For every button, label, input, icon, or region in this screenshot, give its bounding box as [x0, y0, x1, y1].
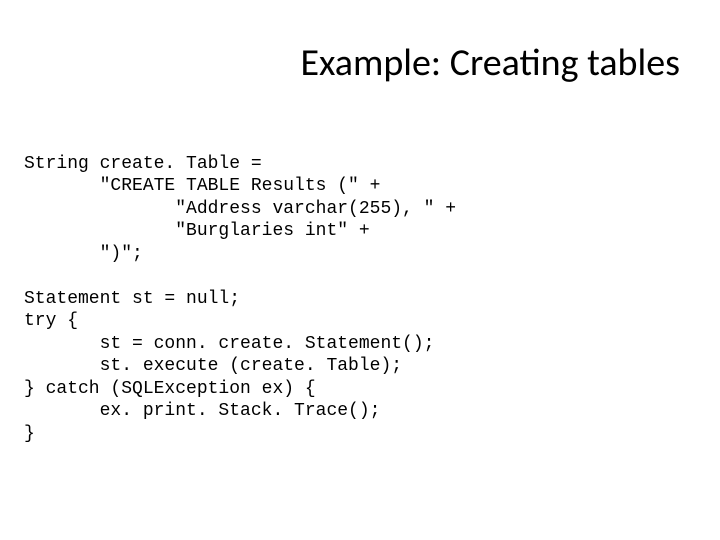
code-line: Statement st = null;	[24, 289, 240, 309]
code-line: ")";	[24, 244, 143, 264]
code-line: "Burglaries int" +	[24, 221, 370, 241]
code-line: "Address varchar(255), " +	[24, 199, 456, 219]
code-block: String create. Table = "CREATE TABLE Res…	[24, 130, 456, 445]
code-line: } catch (SQLException ex) {	[24, 379, 316, 399]
code-line: ex. print. Stack. Trace();	[24, 401, 380, 421]
code-line: try {	[24, 311, 78, 331]
code-line: "CREATE TABLE Results (" +	[24, 176, 380, 196]
code-line: }	[24, 424, 35, 444]
slide-title: Example: Creating tables	[300, 40, 680, 86]
slide: Example: Creating tables String create. …	[0, 0, 720, 540]
code-line: String create. Table =	[24, 154, 262, 174]
code-line: st = conn. create. Statement();	[24, 334, 434, 354]
code-line: st. execute (create. Table);	[24, 356, 402, 376]
